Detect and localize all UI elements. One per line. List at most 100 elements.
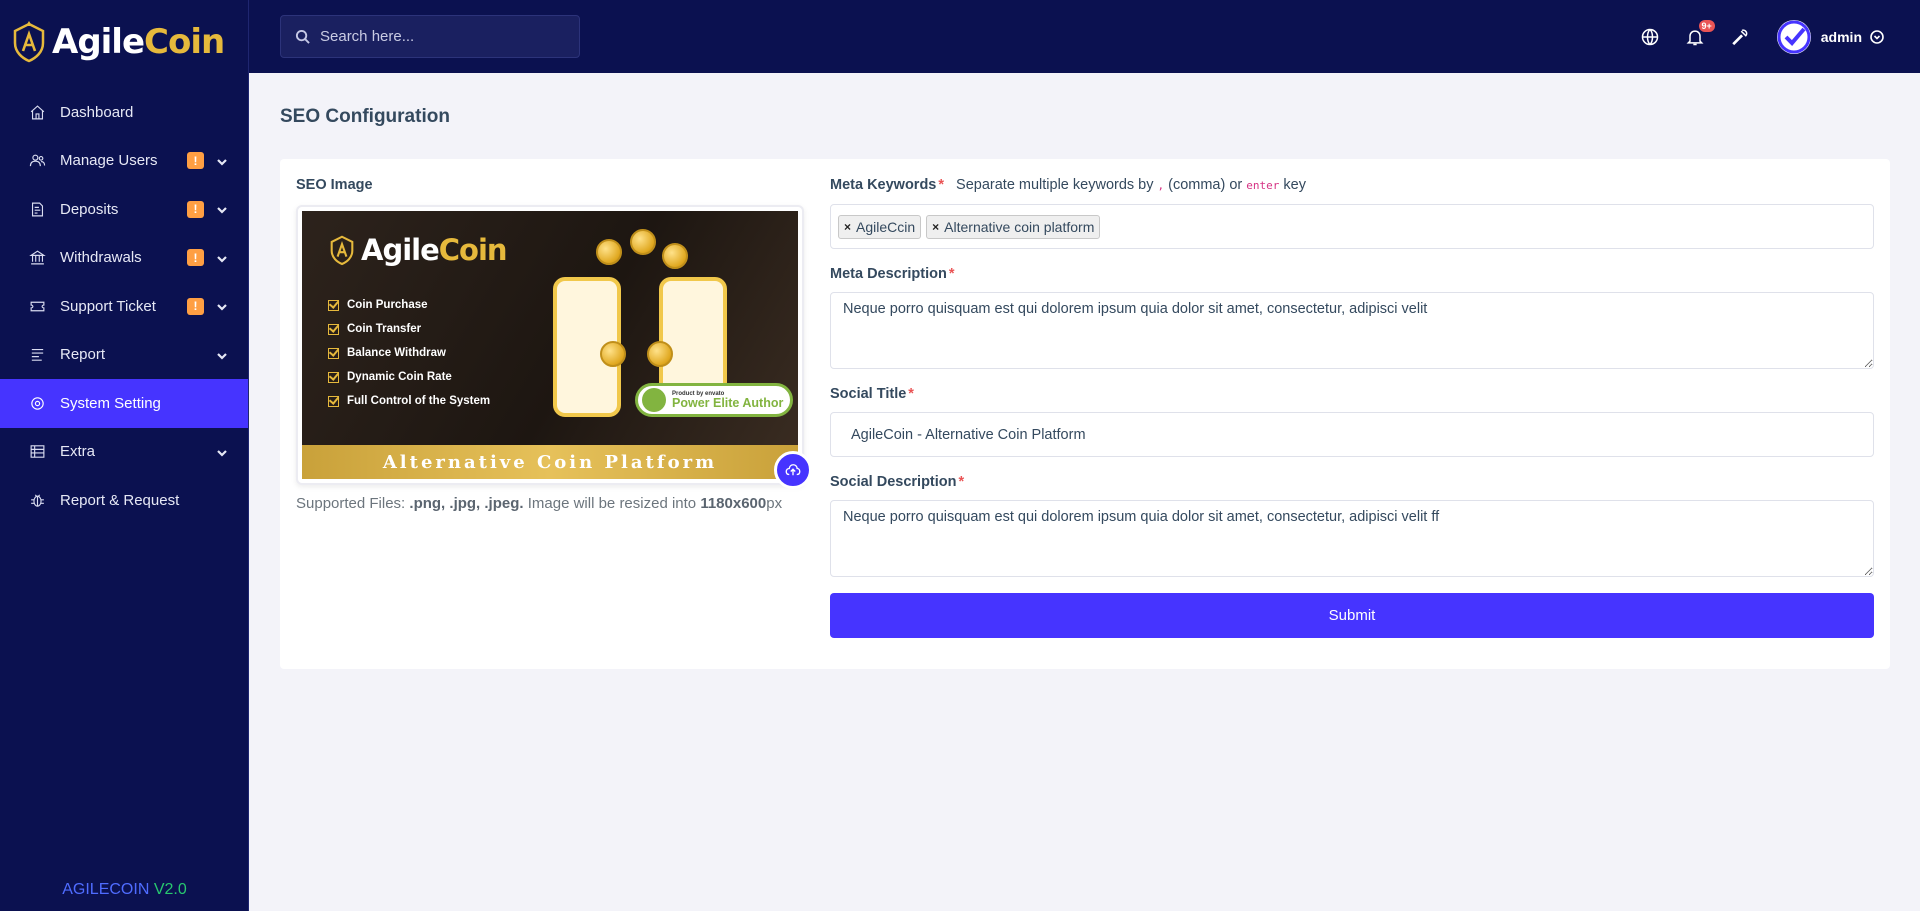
sidebar-item-label: Support Ticket: [60, 297, 156, 315]
seo-image-label: SEO Image: [296, 177, 373, 193]
chevron-down-icon: [216, 203, 228, 215]
meta-keywords-hint: Separate multiple keywords by, (comma) or…: [956, 177, 1306, 193]
coin-icon: [647, 341, 673, 367]
search-box: [280, 15, 580, 58]
remove-tag-icon[interactable]: ×: [844, 220, 851, 234]
alert-badge: !: [187, 152, 204, 170]
sidebar-item-dashboard[interactable]: Dashboard: [0, 88, 248, 137]
sidebar-item-withdrawals[interactable]: Withdrawals !: [0, 234, 248, 283]
globe-icon[interactable]: [1639, 26, 1661, 48]
checkbox-icon: [328, 347, 339, 359]
page-title: SEO Configuration: [280, 106, 450, 127]
supported-files-note: Supported Files: .png, .jpg, .jpeg. Imag…: [296, 495, 783, 512]
sidebar-nav: Dashboard Manage Users ! Deposits ! With…: [0, 88, 248, 525]
seo-image-preview: Agile Coin Coin Purchase Coin Transfer Ba…: [296, 205, 804, 485]
wrench-icon[interactable]: [1729, 26, 1751, 48]
social-title-label: Social Title *: [830, 386, 914, 402]
meta-keywords-label: Meta Keywords *: [830, 177, 945, 193]
topbar: 9+ admin: [249, 0, 1920, 73]
banner-tagline: Alternative Coin Platform: [302, 445, 798, 479]
server-icon: [28, 443, 46, 461]
chevron-down-icon: [216, 252, 228, 264]
chevron-down-icon: [216, 446, 228, 458]
app-version: AGILECOIN V2.0: [62, 881, 187, 898]
alert-badge: !: [187, 297, 204, 315]
meta-description-label: Meta Description *: [830, 266, 955, 282]
social-description-label: Social Description *: [830, 474, 965, 490]
list-icon: [28, 346, 46, 364]
bank-icon: [28, 249, 46, 267]
checkbox-icon: [328, 371, 339, 383]
settings-icon: [28, 394, 46, 412]
users-icon: [28, 152, 46, 170]
power-elite-author-badge: Product by envato Power Elite Author: [635, 383, 793, 417]
coin-icon: [662, 243, 688, 269]
alert-badge: !: [187, 200, 204, 218]
coin-icon: [630, 229, 656, 255]
alert-badge: !: [187, 249, 204, 267]
check-badge-icon: [1777, 20, 1811, 53]
sidebar-item-label: Report: [60, 346, 106, 364]
sidebar-item-label: System Setting: [60, 394, 161, 412]
banner-logo: Agile Coin: [328, 233, 508, 267]
sidebar: AgileCoin Dashboard Manage Users ! Depos…: [0, 0, 249, 911]
shield-emblem-icon: [13, 21, 45, 63]
envato-badge-icon: [642, 388, 666, 412]
meta-description-textarea[interactable]: Neque porro quisquam est qui dolorem ips…: [830, 292, 1874, 369]
upload-image-button[interactable]: [774, 451, 812, 489]
coin-icon: [600, 341, 626, 367]
deposit-icon: [28, 200, 46, 218]
banner-feature: Coin Purchase: [328, 293, 490, 317]
search-icon: [295, 29, 310, 44]
sidebar-item-manage-users[interactable]: Manage Users !: [0, 137, 248, 186]
chevron-down-icon[interactable]: [1870, 29, 1884, 44]
sidebar-item-report-request[interactable]: Report & Request: [0, 476, 248, 525]
meta-keywords-label-row: Meta Keywords * Separate multiple keyword…: [830, 177, 1306, 193]
notification-bell-icon[interactable]: 9+: [1684, 19, 1715, 48]
seo-config-card: SEO Image Agile Coin Coin Purchase Coin T…: [280, 159, 1890, 669]
sidebar-item-support-ticket[interactable]: Support Ticket !: [0, 282, 248, 331]
sidebar-item-label: Report & Request: [60, 491, 180, 509]
banner-feature: Full Control of the System: [328, 389, 490, 413]
brand-name: AgileCoin: [52, 22, 225, 62]
chevron-down-icon: [216, 300, 228, 312]
search-input[interactable]: [320, 28, 560, 45]
home-icon: [28, 103, 46, 121]
avatar[interactable]: [1776, 19, 1811, 54]
sidebar-item-label: Withdrawals: [60, 249, 142, 267]
coin-icon: [596, 239, 622, 265]
sidebar-item-label: Deposits: [60, 200, 119, 218]
cloud-upload-icon: [785, 464, 801, 476]
sidebar-item-label: Manage Users: [60, 152, 158, 170]
meta-keywords-input[interactable]: × AgileCcin × Alternative coin platform: [830, 204, 1874, 249]
checkbox-icon: [328, 395, 339, 407]
remove-tag-icon[interactable]: ×: [932, 220, 939, 234]
keyword-tag: × Alternative coin platform: [926, 214, 1101, 239]
keyword-tag: × AgileCcin: [838, 214, 922, 239]
ticket-icon: [28, 297, 46, 315]
banner-feature: Coin Transfer: [328, 317, 490, 341]
submit-button[interactable]: Submit: [830, 593, 1874, 638]
sidebar-item-deposits[interactable]: Deposits !: [0, 185, 248, 234]
brand-logo[interactable]: AgileCoin: [0, 0, 248, 84]
chevron-down-icon: [216, 155, 228, 167]
shield-emblem-icon: [330, 235, 354, 266]
banner-feature: Balance Withdraw: [328, 341, 490, 365]
bug-icon: [28, 491, 46, 509]
sidebar-item-extra[interactable]: Extra: [0, 428, 248, 477]
username[interactable]: admin: [1821, 29, 1862, 45]
banner-feature-list: Coin Purchase Coin Transfer Balance With…: [328, 293, 490, 413]
sidebar-item-label: Dashboard: [60, 103, 134, 121]
seo-banner-image: Agile Coin Coin Purchase Coin Transfer Ba…: [302, 211, 798, 479]
topbar-actions: 9+ admin: [1616, 0, 1884, 73]
social-description-textarea[interactable]: Neque porro quisquam est qui dolorem ips…: [830, 500, 1874, 577]
checkbox-icon: [328, 323, 339, 335]
sidebar-item-system-setting[interactable]: System Setting: [0, 379, 248, 428]
banner-feature: Dynamic Coin Rate: [328, 365, 490, 389]
checkbox-icon: [328, 299, 339, 311]
sidebar-item-label: Extra: [60, 443, 96, 461]
notification-count-badge: 9+: [1698, 19, 1715, 32]
social-title-input[interactable]: [830, 412, 1874, 457]
chevron-down-icon: [216, 349, 228, 361]
sidebar-item-report[interactable]: Report: [0, 331, 248, 380]
